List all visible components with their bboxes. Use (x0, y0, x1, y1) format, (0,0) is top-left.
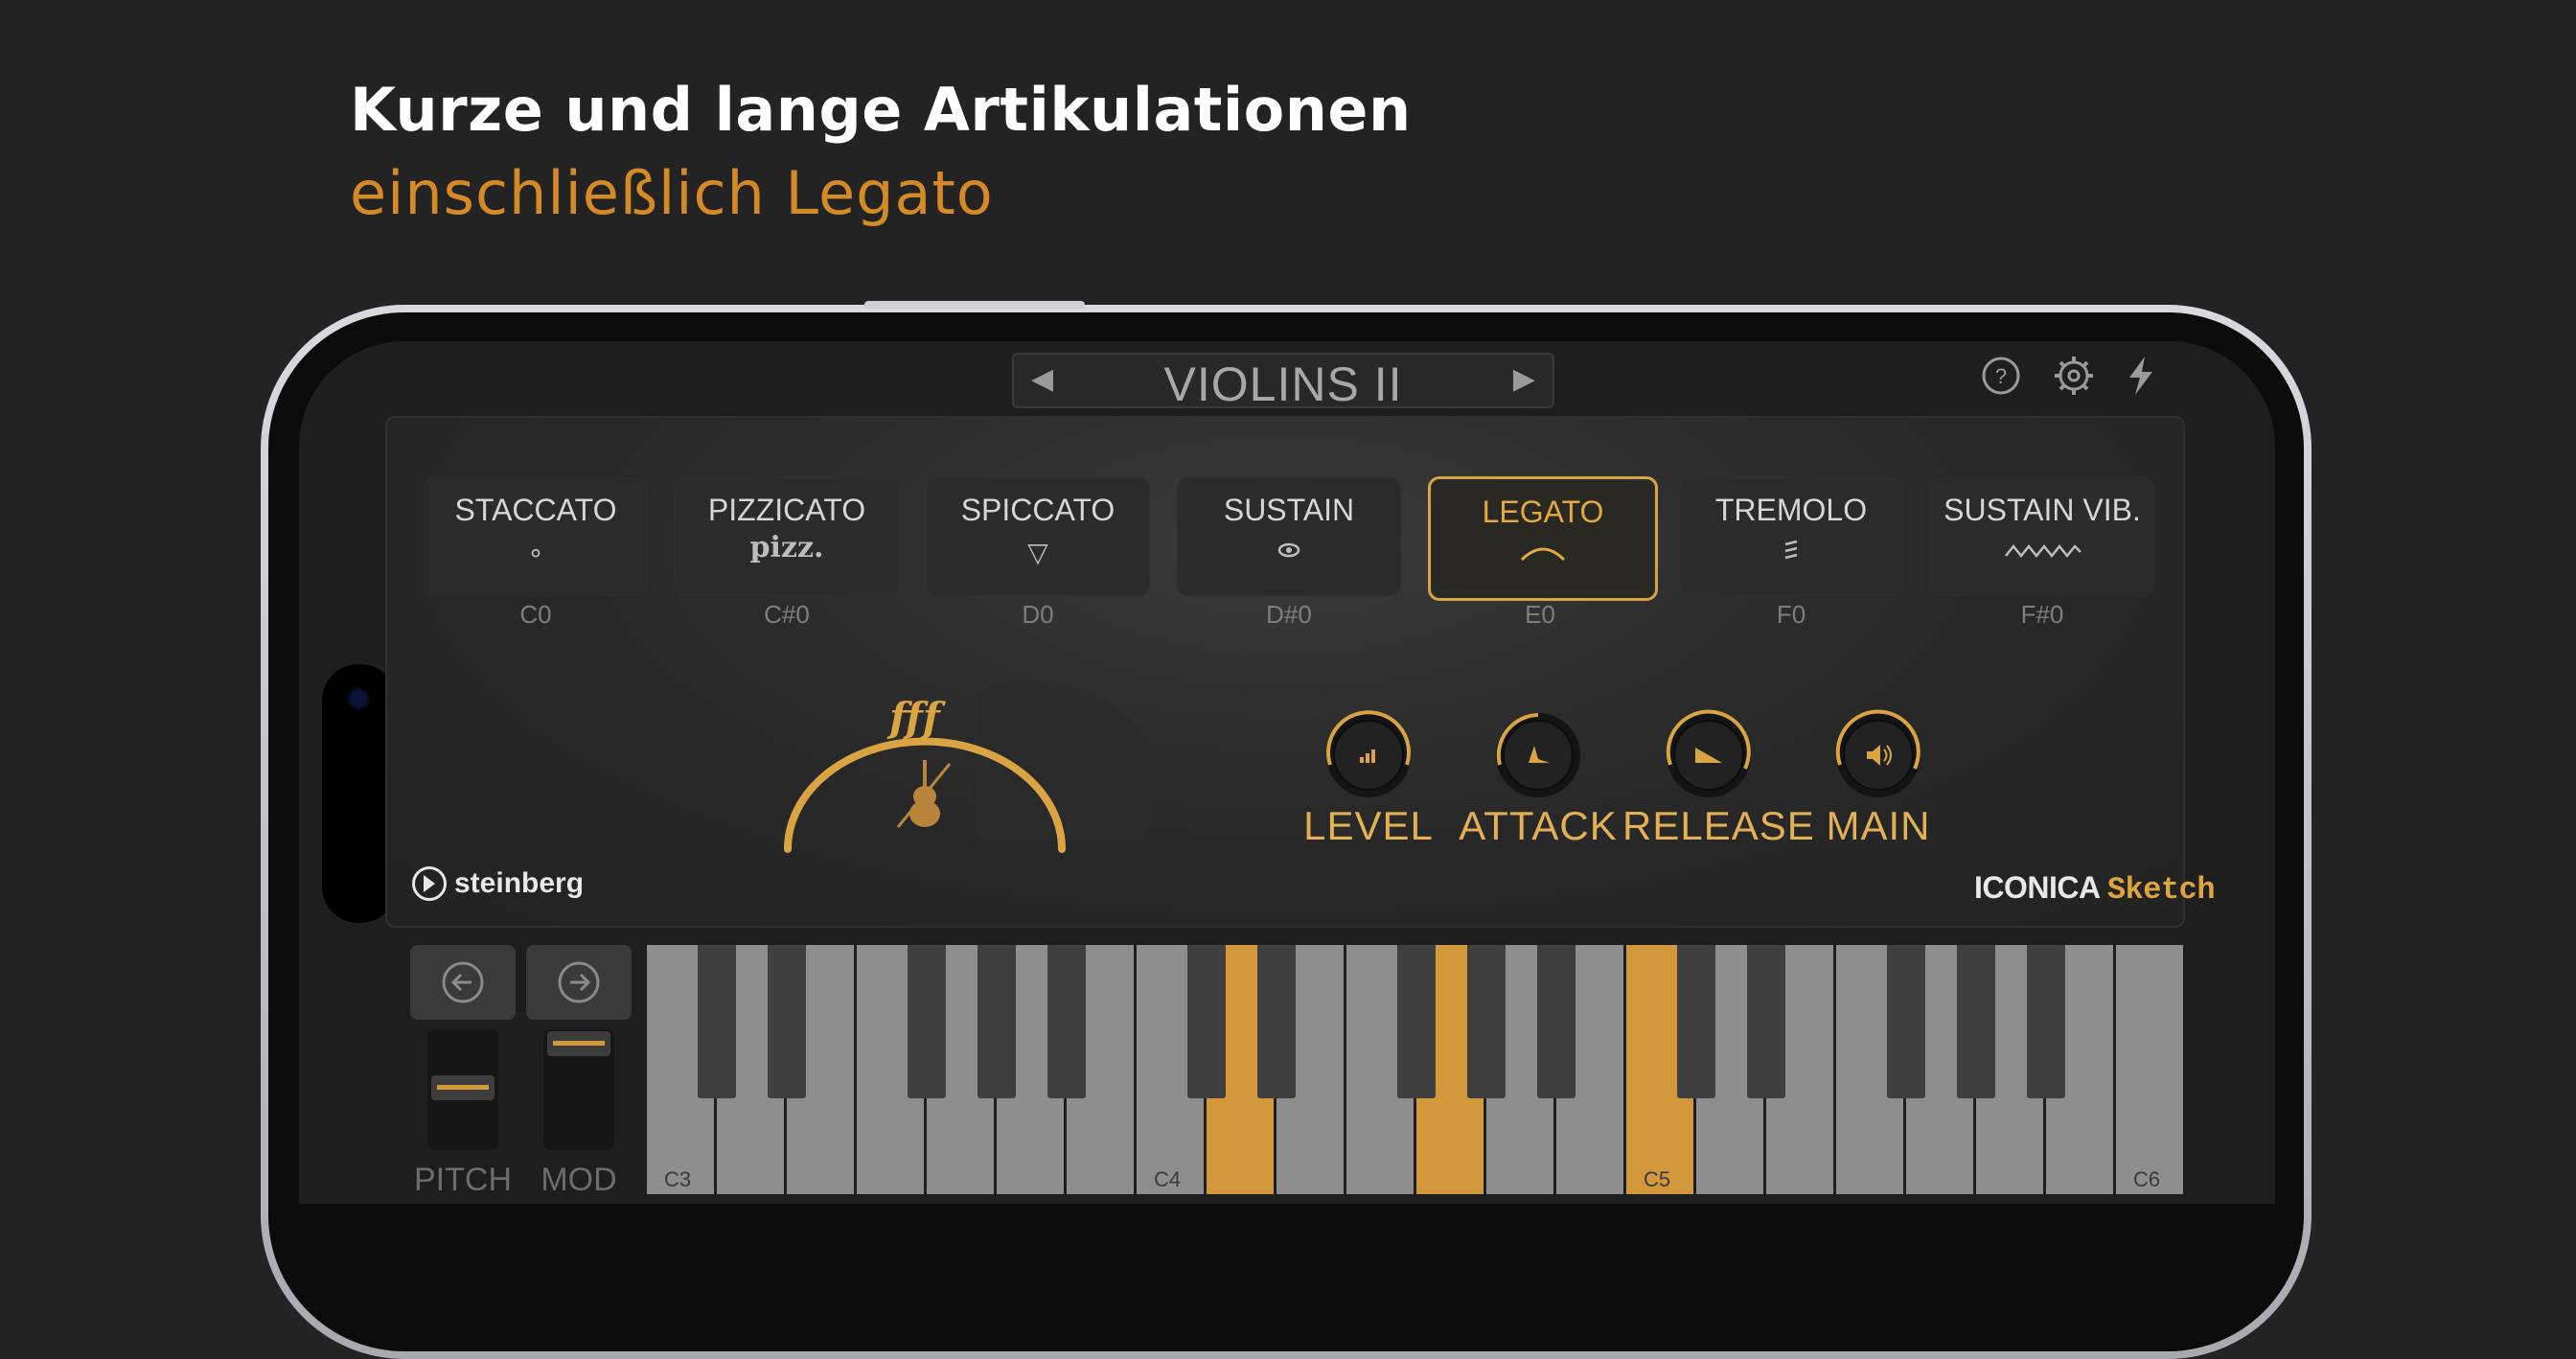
mod-wheel[interactable] (543, 1029, 614, 1150)
black-key[interactable] (1677, 945, 1715, 1098)
headline: Kurze und lange Artikulationen (350, 75, 1412, 145)
violin-icon (896, 760, 952, 828)
settings-icon[interactable] (2053, 355, 2095, 397)
articulation-key-label: C#0 (764, 600, 810, 629)
octave-label: C5 (1644, 1167, 1671, 1191)
black-key[interactable] (908, 945, 946, 1098)
release-label: RELEASE (1622, 803, 1815, 848)
power-icon[interactable] (2120, 355, 2162, 397)
black-key[interactable] (1397, 945, 1436, 1098)
articulation-sustain[interactable]: SUSTAIN (1177, 477, 1401, 596)
attack-label: ATTACK (1459, 803, 1618, 848)
articulation-symbol-icon (1679, 537, 1903, 575)
black-key[interactable] (1467, 945, 1506, 1098)
black-key[interactable] (1537, 945, 1576, 1098)
black-key[interactable] (1747, 945, 1785, 1098)
articulation-key-label: E0 (1525, 600, 1555, 629)
black-key[interactable] (698, 945, 736, 1098)
articulation-key-label: D#0 (1266, 600, 1312, 629)
preset-name: VIOLINS II (1163, 357, 1403, 411)
black-key[interactable] (1887, 945, 1925, 1098)
black-key[interactable] (978, 945, 1016, 1098)
level-knob[interactable] (1316, 703, 1421, 808)
articulation-legato[interactable]: LEGATO (1428, 476, 1658, 601)
help-icon[interactable]: ? (1980, 355, 2022, 397)
octave-label: C3 (664, 1167, 692, 1191)
articulation-spiccato[interactable]: SPICCATO ▽ (926, 477, 1150, 596)
steinberg-logo: steinberg (412, 866, 584, 902)
articulation-symbol-icon (1930, 537, 2154, 575)
preset-next-icon[interactable]: ▶ (1513, 362, 1535, 396)
octave-label: C6 (2133, 1167, 2161, 1191)
phone-side-button (864, 301, 1085, 309)
preset-selector[interactable]: ◀ VIOLINS II ▶ (1012, 353, 1554, 411)
articulation-symbol-icon (1177, 537, 1401, 575)
camera-lens (350, 690, 367, 707)
black-key[interactable] (1047, 945, 1086, 1098)
articulation-tremolo[interactable]: TREMOLO (1679, 477, 1903, 596)
piano-keyboard[interactable]: C3 C4 C5 C6 (647, 945, 2186, 1194)
black-key[interactable] (1187, 945, 1226, 1098)
black-key[interactable] (2027, 945, 2065, 1098)
black-key[interactable] (768, 945, 806, 1098)
main-knob[interactable] (1826, 703, 1931, 808)
release-knob[interactable] (1656, 703, 1761, 808)
articulation-symbol-icon: ▽ (1027, 537, 1048, 568)
articulation-pizzicato[interactable]: PIZZICATO pizz. (675, 477, 899, 596)
octave-up-button[interactable] (526, 945, 632, 1020)
pitch-wheel[interactable] (427, 1029, 498, 1150)
articulation-symbol-icon (1431, 539, 1655, 577)
articulation-label: SUSTAIN VIB. (1944, 493, 2141, 527)
white-key[interactable] (2116, 945, 2186, 1194)
articulation-key-label: D0 (1022, 600, 1054, 629)
level-label: LEVEL (1303, 803, 1434, 848)
attack-knob[interactable] (1485, 703, 1591, 808)
articulation-key-label: C0 (519, 600, 552, 629)
articulation-symbol-icon: ∘ (527, 537, 544, 568)
articulation-label: TREMOLO (1714, 493, 1868, 527)
articulation-staccato[interactable]: STACCATO ∘ (424, 477, 648, 596)
articulation-label: SUSTAIN (1223, 493, 1355, 527)
articulation-label: PIZZICATO (707, 493, 866, 527)
articulation-label: LEGATO (1482, 495, 1604, 529)
articulation-key-label: F#0 (2020, 600, 2064, 629)
pitch-label: PITCH (414, 1162, 512, 1198)
subheadline: einschließlich Legato (350, 158, 994, 228)
iconica-sketch-logo: ICONICA Sketch (1974, 870, 2216, 908)
dynamics-meter[interactable] (748, 679, 1150, 861)
articulation-symbol-icon: pizz. (749, 531, 824, 564)
mod-label: MOD (540, 1162, 617, 1198)
octave-label: C4 (1154, 1167, 1182, 1191)
articulation-sustain-vib[interactable]: SUSTAIN VIB. (1930, 477, 2154, 596)
octave-down-button[interactable] (410, 945, 516, 1020)
svg-text:?: ? (1995, 364, 2007, 388)
articulation-label: SPICCATO (960, 493, 1116, 527)
articulation-label: STACCATO (454, 493, 617, 527)
black-key[interactable] (1257, 945, 1296, 1098)
articulation-key-label: F0 (1776, 600, 1806, 629)
black-key[interactable] (1957, 945, 1995, 1098)
main-label: MAIN (1826, 803, 1931, 848)
